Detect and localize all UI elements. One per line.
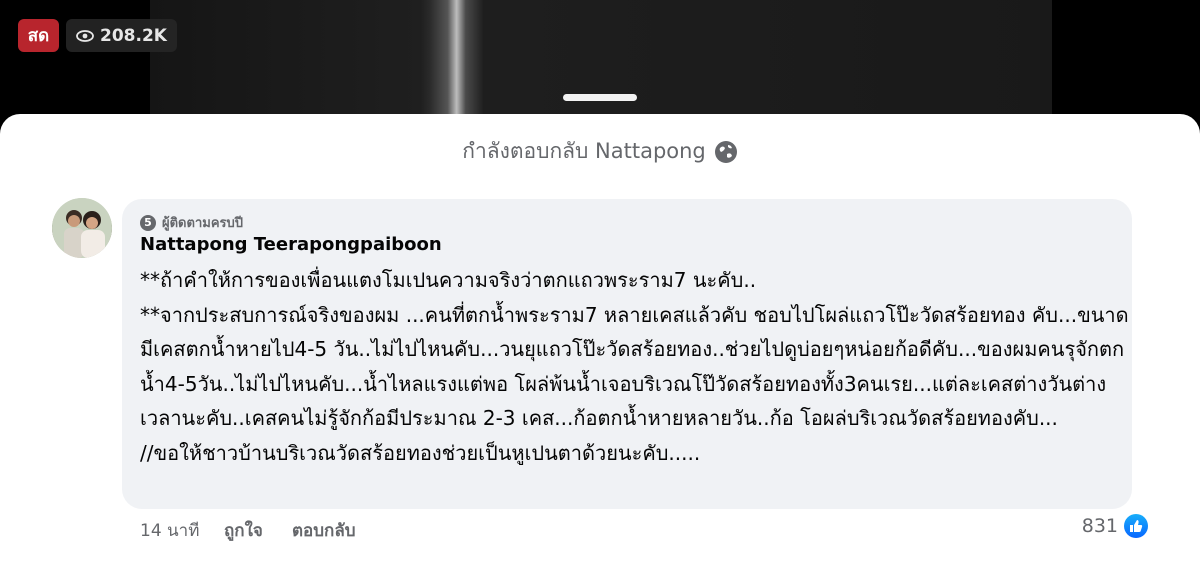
reply-header: กำลังตอบกลับ Nattapong [0, 135, 1200, 168]
eye-icon [76, 29, 94, 42]
like-thumb-icon [1124, 514, 1148, 538]
follower-anniversary-icon: 5 [140, 214, 156, 231]
reply-header-text: กำลังตอบกลับ Nattapong [462, 139, 706, 163]
live-badge: สด [18, 19, 59, 52]
viewer-count: 208.2K [66, 19, 177, 52]
avatar-photo [52, 198, 112, 258]
comment-line: **ถ้าคำให้การของเพื่อนแตงโมเปนความจริงว่… [140, 268, 757, 292]
comment-bubble[interactable]: 5 ผู้ติดตามครบปี Nattapong Teerapongpaib… [122, 199, 1132, 509]
comment-author[interactable]: Nattapong Teerapongpaiboon [140, 234, 442, 255]
reaction-count: 831 [1081, 515, 1118, 537]
globe-icon [714, 140, 737, 163]
like-button[interactable]: ถูกใจ [224, 517, 263, 544]
comment-timestamp: 14 นาที [140, 521, 200, 541]
reaction-summary[interactable]: 831 [1082, 514, 1148, 538]
live-video[interactable] [0, 0, 1200, 130]
reply-button[interactable]: ตอบกลับ [292, 517, 356, 544]
drag-handle[interactable] [563, 94, 637, 101]
follower-badge: 5 ผู้ติดตามครบปี [140, 212, 243, 233]
comment-line: //ขอให้ชาวบ้านบริเวณวัดสร้อยทองช่วยเป็นห… [140, 440, 701, 465]
avatar[interactable] [52, 198, 112, 258]
follower-badge-label: ผู้ติดตามครบปี [162, 216, 243, 231]
viewer-count-label: 208.2K [100, 25, 167, 46]
comment-line: **จากประสบการณ์จริงของผม ...คนที่ตกน้ำพร… [140, 302, 1129, 431]
video-frame [150, 0, 1052, 130]
comment-text: **ถ้าคำให้การของเพื่อนแตงโมเปนความจริงว่… [140, 263, 1130, 470]
